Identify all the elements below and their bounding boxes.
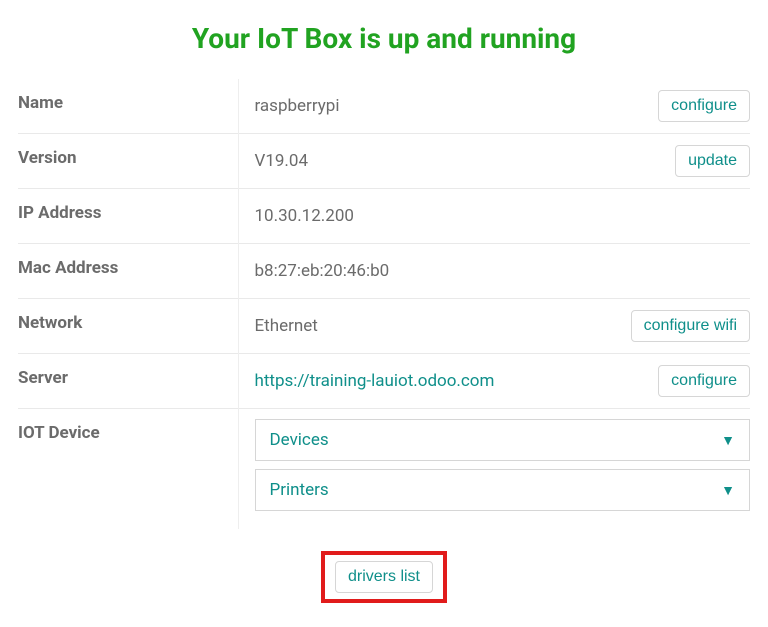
value-version: V19.04 xyxy=(255,151,309,171)
info-table: Name raspberrypi configure Version V19.0… xyxy=(18,79,750,529)
server-link[interactable]: https://training-lauiot.odoo.com xyxy=(255,371,495,391)
row-server: Server https://training-lauiot.odoo.com … xyxy=(18,354,750,409)
drivers-list-button[interactable]: drivers list xyxy=(335,561,433,593)
row-network: Network Ethernet configure wifi xyxy=(18,299,750,354)
page-title: Your IoT Box is up and running xyxy=(18,22,750,55)
configure-name-button[interactable]: configure xyxy=(658,90,750,122)
row-iot-device: IOT Device Devices ▼ Printers ▼ xyxy=(18,409,750,530)
value-name: raspberrypi xyxy=(255,96,340,116)
row-ip: IP Address 10.30.12.200 xyxy=(18,189,750,244)
chevron-down-icon: ▼ xyxy=(721,432,735,449)
chevron-down-icon: ▼ xyxy=(721,482,735,499)
label-network: Network xyxy=(18,299,238,354)
configure-server-button[interactable]: configure xyxy=(658,365,750,397)
value-network: Ethernet xyxy=(255,316,318,336)
configure-wifi-button[interactable]: configure wifi xyxy=(631,310,750,342)
drivers-list-container: drivers list xyxy=(18,551,750,603)
update-button[interactable]: update xyxy=(675,145,750,177)
accordion-devices[interactable]: Devices ▼ xyxy=(255,419,751,461)
label-name: Name xyxy=(18,79,238,134)
label-ip: IP Address xyxy=(18,189,238,244)
drivers-highlight: drivers list xyxy=(321,551,447,603)
label-mac: Mac Address xyxy=(18,244,238,299)
label-server: Server xyxy=(18,354,238,409)
row-mac: Mac Address b8:27:eb:20:46:b0 xyxy=(18,244,750,299)
row-name: Name raspberrypi configure xyxy=(18,79,750,134)
accordion-printers-label: Printers xyxy=(270,480,329,500)
value-ip: 10.30.12.200 xyxy=(255,206,354,226)
accordion-devices-label: Devices xyxy=(270,430,329,450)
label-iot-device: IOT Device xyxy=(18,409,238,530)
label-version: Version xyxy=(18,134,238,189)
value-mac: b8:27:eb:20:46:b0 xyxy=(255,261,390,281)
accordion-printers[interactable]: Printers ▼ xyxy=(255,469,751,511)
row-version: Version V19.04 update xyxy=(18,134,750,189)
